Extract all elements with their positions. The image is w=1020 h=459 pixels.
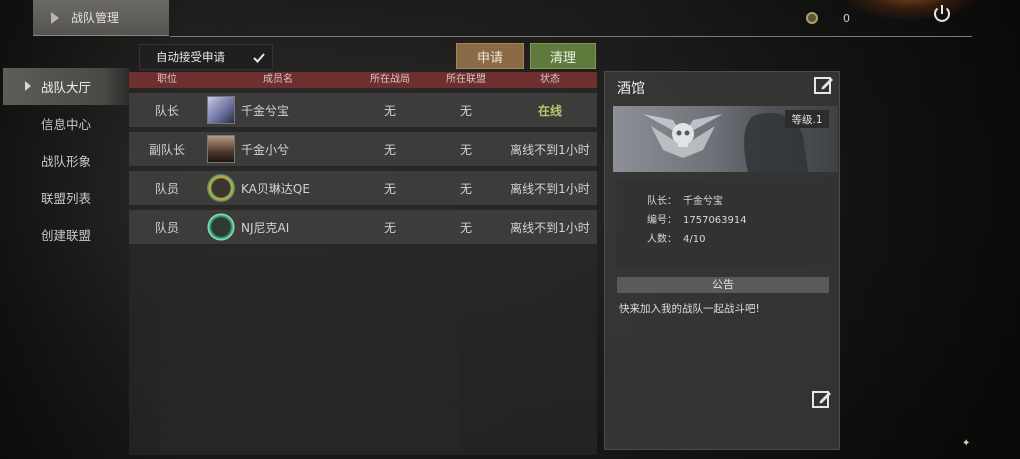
member-alliance: 无 (459, 142, 472, 157)
column-header-position: 职位 (157, 74, 177, 85)
member-table: 职位 成员名 所在战局 所在联盟 状态 队长 千金兮宝 无 无 在线 副队长 千… (129, 72, 597, 455)
avatar (207, 135, 235, 163)
sidebar-item-label: 战队形象 (41, 154, 92, 169)
leader-label: 队长： (647, 196, 677, 207)
table-row[interactable]: 副队长 千金小兮 无 无 离线不到1小时 (129, 132, 597, 168)
member-battle: 无 (383, 220, 396, 235)
team-name: 酒馆 (617, 81, 645, 97)
sidebar-item-info-center[interactable]: 信息中心 (3, 105, 129, 142)
page-title-tab: 战队管理 (33, 0, 169, 36)
column-header-alliance: 所在联盟 (446, 74, 486, 85)
member-status: 在线 (537, 103, 562, 118)
table-row[interactable]: 队员 NJ尼克AI 无 无 离线不到1小时 (129, 210, 597, 246)
member-count-label: 人数： (647, 234, 677, 245)
apply-button[interactable]: 申请 (456, 43, 524, 69)
sidebar-item-label: 联盟列表 (41, 191, 92, 206)
notice-text: 快来加入我的战队一起战斗吧! (619, 303, 760, 315)
column-header-status: 状态 (540, 74, 560, 85)
member-position: 队员 (154, 220, 179, 235)
member-alliance: 无 (459, 220, 472, 235)
power-icon (934, 5, 950, 22)
coin-count: 0 (843, 12, 850, 25)
header-divider (170, 36, 972, 37)
team-level-badge: 等级.1 (785, 110, 829, 128)
member-name-cell: KA贝琳达QE (205, 174, 351, 202)
team-id-label: 编号： (647, 215, 677, 226)
clean-button-label: 清理 (549, 50, 576, 66)
team-info-panel: 酒馆 等级.1 队长： 千金兮宝 编号： 1757063914 人数： 4/10 公告… (604, 71, 840, 450)
member-count-value: 4/10 (683, 234, 706, 245)
edit-notice-button[interactable] (811, 388, 833, 410)
sidebar-nav: 战队大厅 信息中心 战队形象 联盟列表 创建联盟 (3, 68, 129, 253)
auto-accept-label: 自动接受申请 (156, 50, 225, 64)
auto-accept-checkbox[interactable] (252, 50, 266, 64)
member-battle: 无 (383, 142, 396, 157)
member-alliance: 无 (459, 103, 472, 118)
column-header-battle: 所在战局 (370, 74, 410, 85)
member-name-cell: NJ尼克AI (205, 213, 351, 241)
member-position: 队员 (154, 181, 179, 196)
member-name: KA贝琳达QE (241, 181, 310, 196)
leader-value: 千金兮宝 (683, 196, 723, 207)
member-name: 千金小兮 (241, 142, 290, 157)
apply-button-label: 申请 (476, 50, 503, 66)
table-header: 职位 成员名 所在战局 所在联盟 状态 (129, 72, 597, 88)
sidebar-item-label: 信息中心 (41, 117, 92, 132)
team-id-line: 编号： 1757063914 (647, 211, 747, 226)
edit-icon (814, 77, 833, 94)
coin-icon (806, 12, 818, 24)
sparkle-icon: ✦ (962, 438, 971, 449)
member-status: 离线不到1小时 (510, 181, 590, 196)
power-button[interactable] (930, 2, 954, 26)
checkmark-icon (253, 53, 265, 63)
clean-button[interactable]: 清理 (530, 43, 596, 69)
sidebar-item-alliance-list[interactable]: 联盟列表 (3, 179, 129, 216)
member-position: 队长 (154, 103, 179, 118)
member-position: 副队长 (148, 142, 185, 157)
table-row[interactable]: 队长 千金兮宝 无 无 在线 (129, 93, 597, 129)
member-name-cell: 千金小兮 (205, 135, 351, 163)
member-status: 离线不到1小时 (510, 142, 590, 157)
team-id-value: 1757063914 (683, 215, 747, 226)
column-header-name: 成员名 (263, 74, 293, 85)
sidebar-item-label: 战队大厅 (41, 80, 92, 95)
table-row[interactable]: 队员 KA贝琳达QE 无 无 离线不到1小时 (129, 171, 597, 207)
sidebar-item-create-alliance[interactable]: 创建联盟 (3, 216, 129, 253)
edit-icon (812, 391, 831, 408)
avatar (207, 96, 235, 124)
member-name: 千金兮宝 (241, 103, 290, 118)
member-alliance: 无 (459, 181, 472, 196)
avatar (207, 213, 235, 241)
team-info-box: 队长： 千金兮宝 编号： 1757063914 人数： 4/10 (617, 178, 835, 268)
title-arrow-icon (51, 11, 59, 24)
sidebar-item-team-image[interactable]: 战队形象 (3, 142, 129, 179)
notice-header: 公告 (617, 277, 829, 293)
page-title: 战队管理 (71, 11, 120, 25)
member-battle: 无 (383, 103, 396, 118)
member-battle: 无 (383, 181, 396, 196)
active-caret-icon (25, 81, 31, 91)
member-name: NJ尼克AI (241, 220, 290, 235)
avatar (207, 174, 235, 202)
sidebar-item-label: 创建联盟 (41, 228, 92, 243)
member-name-cell: 千金兮宝 (205, 96, 351, 124)
edit-team-name-button[interactable] (813, 74, 835, 96)
member-status: 离线不到1小时 (510, 220, 590, 235)
member-count-line: 人数： 4/10 (647, 230, 705, 245)
sidebar-item-team-hall[interactable]: 战队大厅 (3, 68, 129, 105)
leader-line: 队长： 千金兮宝 (647, 192, 723, 207)
